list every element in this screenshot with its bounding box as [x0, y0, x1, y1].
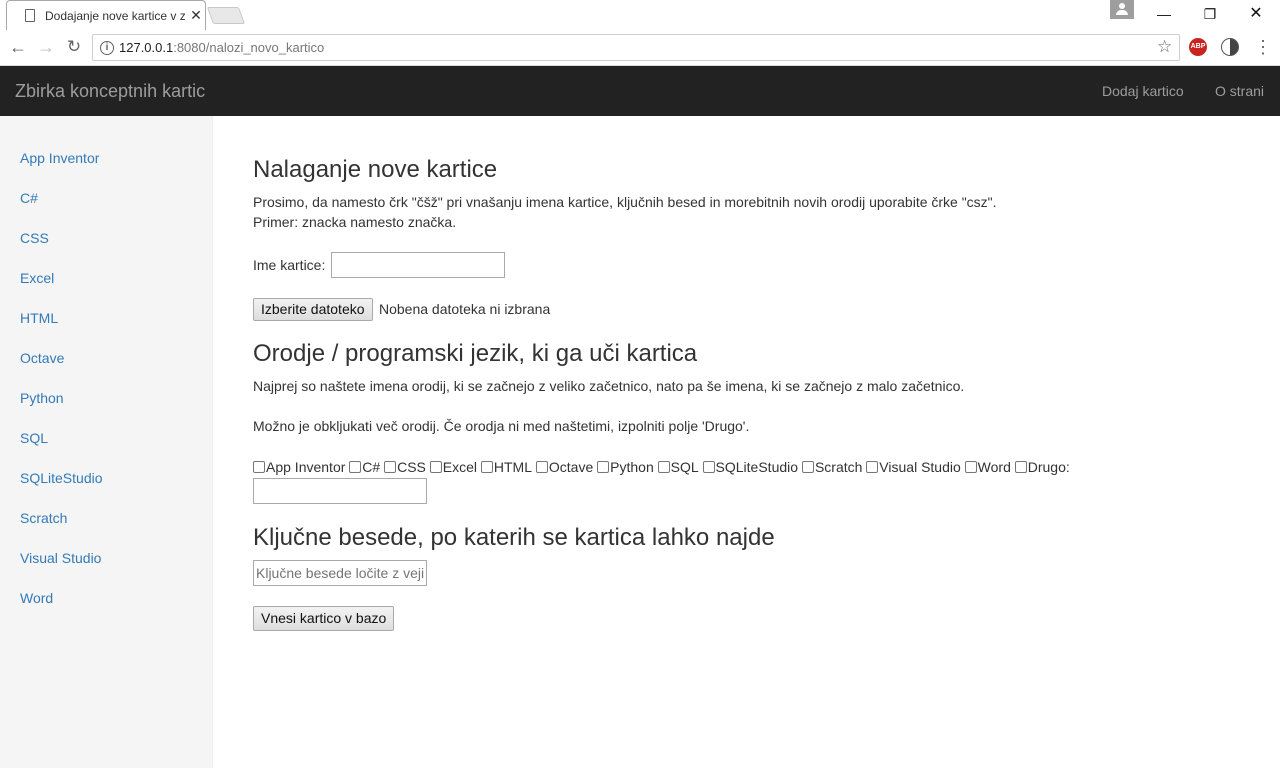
- keywords-heading: Ključne besede, po katerih se kartica la…: [253, 524, 775, 551]
- sidebar: App Inventor C# CSS Excel HTML Octave Py…: [0, 116, 213, 768]
- restore-icon[interactable]: ❐: [1187, 0, 1233, 30]
- back-arrow-icon[interactable]: ←: [6, 36, 30, 60]
- url-text[interactable]: 127.0.0.1:8080/nalozi_novo_kartico: [119, 40, 324, 55]
- close-tab-icon[interactable]: ✕: [189, 7, 203, 23]
- sidebar-item-visual-studio[interactable]: Visual Studio: [20, 550, 101, 566]
- intro-example: Primer: znacka namesto značka.: [253, 214, 457, 230]
- submit-card-button[interactable]: Vnesi kartico v bazo: [253, 606, 395, 631]
- sidebar-item-sql[interactable]: SQL: [20, 430, 48, 446]
- keywords-input[interactable]: [253, 560, 427, 586]
- checkbox-label: SQLiteStudio: [715, 459, 799, 475]
- checkbox-sqlitestudio[interactable]: [702, 461, 715, 473]
- checkbox-label: CSS: [397, 459, 426, 475]
- checkbox-app-inventor[interactable]: [253, 461, 265, 473]
- address-bar[interactable]: i 127.0.0.1:8080/nalozi_novo_kartico ☆: [92, 34, 1180, 61]
- nav-link-about[interactable]: O strani: [1215, 83, 1264, 99]
- sidebar-item-app-inventor[interactable]: App Inventor: [20, 150, 99, 166]
- checkbox-label: Visual Studio: [879, 459, 961, 475]
- checkbox-label: Python: [610, 459, 654, 475]
- contrast-extension-icon[interactable]: [1221, 38, 1239, 56]
- tools-note-order: Najprej so naštete imena orodij, ki se z…: [253, 378, 965, 394]
- browser-toolbar: ← → ↻ i 127.0.0.1:8080/nalozi_novo_karti…: [0, 30, 1280, 66]
- tools-checkbox-group: App Inventor C# CSS Excel HTML Octave Py…: [253, 459, 1070, 475]
- checkbox-label: Word: [977, 459, 1011, 475]
- file-status-text: Nobena datoteka ni izbrana: [379, 301, 551, 317]
- checkbox-label: Octave: [548, 459, 594, 475]
- checkbox-label: HTML: [493, 459, 533, 475]
- browser-menu-icon[interactable]: ⋮: [1254, 36, 1272, 58]
- sidebar-item-word[interactable]: Word: [20, 590, 53, 606]
- card-name-input[interactable]: [331, 252, 505, 278]
- checkbox-sql[interactable]: [657, 461, 670, 473]
- browser-tab-bar: Dodajanje nove kartice v zbirko ✕ — ❐ ✕: [0, 0, 1280, 30]
- checkbox-csharp[interactable]: [349, 461, 362, 473]
- checkbox-css[interactable]: [384, 461, 397, 473]
- intro-text: Prosimo, da namesto črk "čšž" pri vnašan…: [253, 194, 997, 210]
- checkbox-octave[interactable]: [535, 461, 548, 473]
- checkbox-python[interactable]: [597, 461, 610, 473]
- page-title: Nalaganje nove kartice: [253, 156, 498, 183]
- card-name-label: Ime kartice:: [253, 257, 326, 273]
- checkbox-scratch[interactable]: [801, 461, 814, 473]
- adblock-plus-icon[interactable]: ABP: [1189, 38, 1207, 56]
- bookmark-star-icon[interactable]: ☆: [1157, 37, 1172, 57]
- tab-title: Dodajanje nove kartice v zbirko: [45, 9, 185, 23]
- checkbox-other[interactable]: [1014, 461, 1027, 473]
- checkbox-visual-studio[interactable]: [866, 461, 879, 473]
- sidebar-item-octave[interactable]: Octave: [20, 350, 64, 366]
- choose-file-button[interactable]: Izberite datoteko: [253, 298, 373, 321]
- site-brand[interactable]: Zbirka konceptnih kartic: [15, 81, 205, 102]
- minimize-icon[interactable]: —: [1141, 0, 1187, 30]
- checkbox-label: C#: [362, 459, 381, 475]
- checkbox-label: SQL: [670, 459, 699, 475]
- sidebar-item-csharp[interactable]: C#: [20, 190, 38, 206]
- checkbox-label: App Inventor: [266, 459, 346, 475]
- reload-icon[interactable]: ↻: [62, 36, 86, 60]
- sidebar-item-excel[interactable]: Excel: [20, 270, 54, 286]
- checkbox-label: Drugo:: [1027, 459, 1070, 475]
- tools-heading: Orodje / programski jezik, ki ga uči kar…: [253, 340, 698, 367]
- forward-arrow-icon[interactable]: →: [34, 36, 58, 60]
- checkbox-label: Scratch: [814, 459, 863, 475]
- document-icon: [25, 9, 35, 22]
- other-tool-input[interactable]: [253, 478, 427, 504]
- site-navbar: Zbirka konceptnih kartic Dodaj kartico O…: [0, 66, 1280, 116]
- profile-icon[interactable]: [1110, 0, 1134, 19]
- nav-link-add-card[interactable]: Dodaj kartico: [1102, 83, 1184, 99]
- sidebar-item-sqlitestudio[interactable]: SQLiteStudio: [20, 470, 103, 486]
- sidebar-item-python[interactable]: Python: [20, 390, 64, 406]
- close-window-icon[interactable]: ✕: [1233, 0, 1279, 30]
- browser-tab[interactable]: Dodajanje nove kartice v zbirko ✕: [6, 0, 206, 30]
- checkbox-excel[interactable]: [429, 461, 442, 473]
- checkbox-word[interactable]: [964, 461, 977, 473]
- checkbox-html[interactable]: [480, 461, 493, 473]
- sidebar-item-css[interactable]: CSS: [20, 230, 49, 246]
- info-icon[interactable]: i: [100, 41, 114, 55]
- checkbox-label: Excel: [442, 459, 477, 475]
- new-tab-button[interactable]: [206, 7, 246, 24]
- tools-note-multiple: Možno je obkljukati več orodij. Če orodj…: [253, 418, 750, 434]
- sidebar-item-html[interactable]: HTML: [20, 310, 58, 326]
- sidebar-item-scratch[interactable]: Scratch: [20, 510, 67, 526]
